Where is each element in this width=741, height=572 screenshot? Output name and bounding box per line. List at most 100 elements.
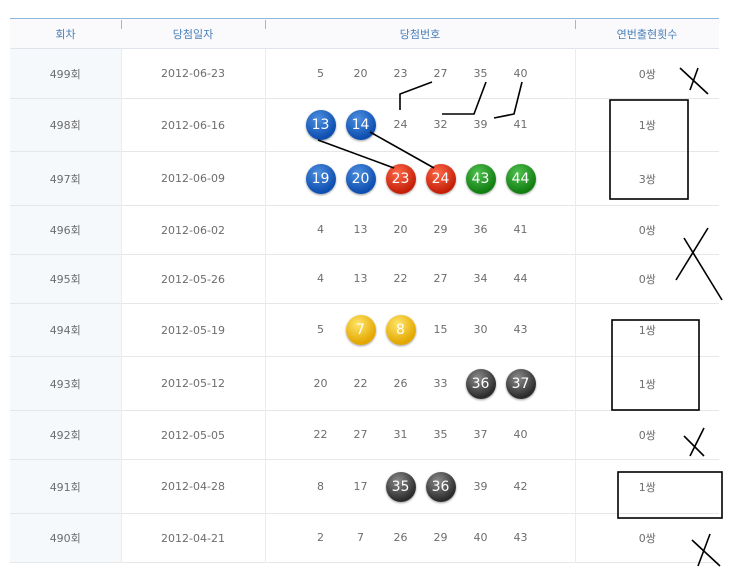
number-text: 41 [513, 223, 528, 236]
cell-numbers: 8 17 35 36 39 42 [265, 460, 575, 514]
cell-consecutive-count: 1쌍 [574, 459, 719, 514]
number-ball-red: 24 [425, 163, 456, 194]
cell-round: 495회 [10, 254, 121, 304]
cell-round: 496회 [10, 205, 121, 255]
table-header-row: 회차 당첨일자 당첨번호 연번출현횟수 [10, 18, 719, 49]
number-text: 42 [513, 479, 528, 493]
number-text: 22 [353, 376, 368, 390]
number-list: 20 22 26 33 36 37 [266, 368, 575, 399]
cell-date: 2012-04-21 [120, 513, 266, 563]
number-list: 13 14 24 32 39 41 [266, 110, 575, 140]
table-row: 492회 2012-05-05 22 27 31 35 37 40 0쌍 [10, 410, 719, 460]
header-round: 회차 [55, 27, 76, 41]
number-text: 29 [433, 531, 448, 544]
number-list: 8 17 35 36 39 42 [266, 471, 575, 502]
number-text: 15 [433, 323, 448, 336]
number-text: 4 [317, 223, 324, 236]
number-text: 43 [513, 323, 528, 336]
number-list: 22 27 31 35 37 40 [266, 420, 575, 450]
cell-numbers: 4 13 22 27 34 44 [265, 255, 575, 304]
number-text: 27 [433, 272, 448, 285]
number-text: 4 [317, 272, 324, 285]
number-text: 34 [473, 272, 488, 285]
number-text: 33 [433, 376, 448, 390]
cell-date: 2012-06-16 [120, 98, 266, 152]
number-ball-gray: 36 [465, 368, 496, 399]
table-row: 496회 2012-06-02 4 13 20 29 36 41 0쌍 [10, 205, 719, 255]
number-text: 24 [393, 118, 408, 131]
number-ball-slot: 8 [381, 315, 421, 345]
table-row: 490회 2012-04-21 2 7 26 29 40 43 0쌍 [10, 513, 719, 563]
cell-date: 2012-05-12 [120, 356, 266, 411]
number-text: 20 [393, 223, 408, 236]
number-ball-yellow: 8 [385, 315, 416, 345]
number-text: 40 [473, 531, 488, 544]
number-text: 32 [433, 118, 448, 131]
cell-round: 497회 [10, 151, 121, 206]
number-ball-slot: 14 [341, 110, 381, 140]
number-text: 7 [357, 531, 364, 544]
number-text: 22 [313, 428, 328, 441]
cell-consecutive-count: 3쌍 [574, 151, 719, 206]
number-list: 4 13 20 29 36 41 [266, 215, 575, 245]
table-row: 491회 2012-04-28 8 17 35 36 39 42 1쌍 [10, 459, 719, 514]
number-text: 8 [317, 479, 324, 493]
number-text: 13 [353, 272, 368, 285]
cell-numbers: 20 22 26 33 36 37 [265, 357, 575, 411]
header-date: 당첨일자 [121, 19, 265, 49]
number-text: 13 [353, 223, 368, 236]
cell-date: 2012-06-23 [120, 48, 266, 99]
number-ball-gray: 37 [505, 368, 536, 399]
number-text: 39 [473, 479, 488, 493]
number-ball-slot: 37 [501, 368, 541, 399]
number-ball-slot: 13 [301, 110, 341, 140]
cell-date: 2012-05-26 [120, 254, 266, 304]
cell-consecutive-count: 0쌍 [574, 205, 719, 255]
number-text: 2 [317, 531, 324, 544]
number-ball-blue: 13 [305, 110, 336, 140]
number-list: 4 13 22 27 34 44 [266, 264, 575, 294]
number-ball-yellow: 7 [345, 315, 376, 345]
table-row: 497회 2012-06-09 19 20 23 24 43 44 3쌍 [10, 151, 719, 206]
number-text: 26 [393, 531, 408, 544]
cell-round: 490회 [10, 513, 121, 563]
number-ball-slot: 7 [341, 315, 381, 345]
number-text: 44 [513, 272, 528, 285]
lotto-results-table-wrap: 회차 당첨일자 당첨번호 연번출현횟수 499회 2012-06-23 5 20 23 2… [10, 18, 719, 563]
cell-numbers: 4 13 20 29 36 41 [265, 206, 575, 255]
number-list: 5 7 8 15 30 43 [266, 315, 575, 345]
number-ball-green: 44 [505, 163, 536, 194]
number-text: 36 [473, 223, 488, 236]
number-text: 29 [433, 223, 448, 236]
number-ball-blue: 14 [345, 110, 376, 140]
cell-numbers: 22 27 31 35 37 40 [265, 411, 575, 460]
number-text: 17 [353, 479, 368, 493]
number-ball-gray: 35 [385, 471, 416, 502]
cell-numbers: 5 20 23 27 35 40 [265, 49, 575, 99]
number-ball-slot: 23 [381, 163, 421, 194]
table-row: 499회 2012-06-23 5 20 23 27 35 40 0쌍 [10, 48, 719, 99]
number-text: 35 [473, 66, 488, 80]
cell-numbers: 5 7 8 15 30 43 [265, 304, 575, 357]
number-text: 40 [513, 428, 528, 441]
cell-consecutive-count: 1쌍 [574, 303, 719, 357]
cell-consecutive-count: 0쌍 [574, 48, 719, 99]
number-text: 5 [317, 66, 324, 80]
cell-date: 2012-05-05 [120, 410, 266, 460]
table-row: 498회 2012-06-16 13 14 24 32 39 41 1쌍 [10, 98, 719, 152]
number-text: 35 [433, 428, 448, 441]
cell-date: 2012-05-19 [120, 303, 266, 357]
number-ball-slot: 36 [461, 368, 501, 399]
number-text: 26 [393, 376, 408, 390]
cell-consecutive-count: 0쌍 [574, 513, 719, 563]
number-ball-gray: 36 [425, 471, 456, 502]
number-ball-green: 43 [465, 163, 496, 194]
cell-date: 2012-06-09 [120, 151, 266, 206]
cell-consecutive-count: 0쌍 [574, 254, 719, 304]
number-text: 30 [473, 323, 488, 336]
cell-date: 2012-06-02 [120, 205, 266, 255]
number-text: 27 [353, 428, 368, 441]
cell-numbers: 13 14 24 32 39 41 [265, 99, 575, 152]
number-text: 20 [353, 66, 368, 80]
number-ball-blue: 20 [345, 163, 376, 194]
